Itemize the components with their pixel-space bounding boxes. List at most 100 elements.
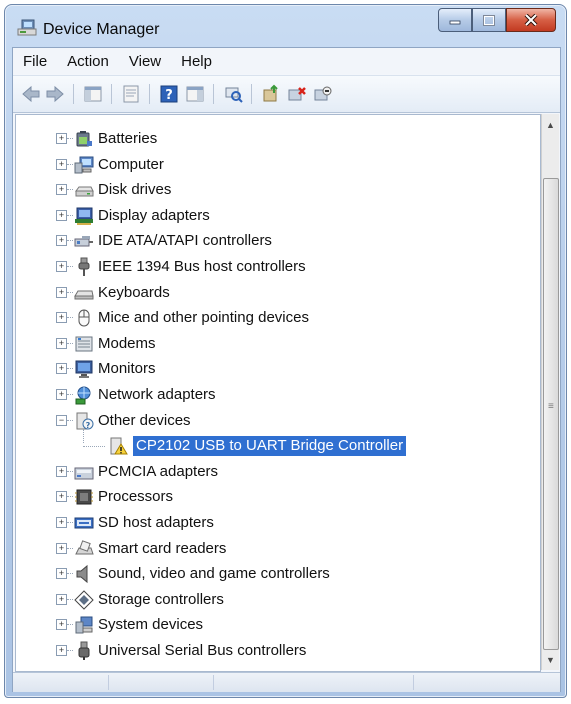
tree-node-label[interactable]: Computer <box>98 155 164 175</box>
tree-node[interactable]: + Keyboards <box>16 281 536 305</box>
expand-icon[interactable]: + <box>56 158 67 170</box>
disable-device-icon[interactable] <box>313 84 333 104</box>
tree-node[interactable]: + Monitors <box>16 357 536 381</box>
tree-connector <box>67 496 73 498</box>
scroll-down-arrow-icon[interactable]: ▼ <box>542 651 559 668</box>
vertical-scrollbar[interactable]: ▲ ≡ ▼ <box>541 114 559 670</box>
expand-icon[interactable]: + <box>56 389 67 400</box>
tree-node[interactable]: + IDE ATA/ATAPI controllers <box>16 229 536 253</box>
expand-icon[interactable]: + <box>56 209 67 221</box>
tree-node-label[interactable]: System devices <box>98 615 203 635</box>
tree-connector <box>67 317 73 319</box>
menu-help[interactable]: Help <box>171 53 222 70</box>
toolbar-separator <box>111 84 112 104</box>
tree-node[interactable]: + Disk drives <box>16 178 536 202</box>
system-devices-icon <box>75 616 93 634</box>
forward-arrow-icon[interactable] <box>45 84 65 104</box>
collapse-icon[interactable]: − <box>56 414 67 426</box>
expand-icon[interactable]: + <box>56 286 67 298</box>
tree-node-label[interactable]: IEEE 1394 Bus host controllers <box>98 257 306 277</box>
tree-node-label[interactable]: Monitors <box>98 359 156 379</box>
minimize-button[interactable] <box>438 8 472 32</box>
tree-connector <box>67 650 73 651</box>
tree-node-label[interactable]: Storage controllers <box>98 590 224 610</box>
tree-node-label[interactable]: Mice and other pointing devices <box>98 308 309 328</box>
expand-icon[interactable]: + <box>56 363 67 375</box>
tree-node-label[interactable]: Other devices <box>98 411 191 431</box>
tree-connector <box>67 547 73 549</box>
help-icon[interactable]: ? <box>159 84 179 104</box>
expand-icon[interactable]: + <box>56 517 67 528</box>
show-action-pane-icon[interactable] <box>185 84 205 104</box>
expand-icon[interactable]: + <box>56 645 67 656</box>
scan-hardware-icon[interactable] <box>223 84 243 104</box>
tree-node[interactable]: + Processors <box>16 485 536 509</box>
tree-node[interactable]: + IEEE 1394 Bus host controllers <box>16 255 536 279</box>
tree-node-label[interactable]: Sound, video and game controllers <box>98 564 330 584</box>
tree-node-label[interactable]: PCMCIA adapters <box>98 462 218 482</box>
tree-node-label[interactable]: Modems <box>98 334 156 354</box>
expand-icon[interactable]: + <box>56 542 67 554</box>
tree-node[interactable]: + Storage controllers <box>16 588 536 612</box>
tree-node[interactable]: + Display adapters <box>16 204 536 228</box>
tree-node-label[interactable]: Network adapters <box>98 385 216 405</box>
expand-icon[interactable]: + <box>56 261 67 272</box>
expand-icon[interactable]: + <box>56 568 67 580</box>
update-driver-icon[interactable] <box>261 84 281 104</box>
tree-node-label[interactable]: CP2102 USB to UART Bridge Controller <box>131 435 408 458</box>
tree-node-label[interactable]: IDE ATA/ATAPI controllers <box>98 231 272 251</box>
tree-node[interactable]: + Computer <box>16 153 536 177</box>
properties-icon[interactable] <box>121 84 141 104</box>
tree-node[interactable]: + Sound, video and game controllers <box>16 562 536 586</box>
tree-node-label[interactable]: Processors <box>98 487 173 507</box>
menu-action[interactable]: Action <box>57 53 119 70</box>
uninstall-icon[interactable] <box>287 84 307 104</box>
show-hide-console-tree-icon[interactable] <box>83 84 103 104</box>
display-adapter-icon <box>75 207 93 225</box>
tree-node[interactable]: −? Other devices <box>16 409 536 433</box>
tree-child-node[interactable]: CP2102 USB to UART Bridge Controller <box>16 434 536 458</box>
menu-file[interactable]: File <box>13 53 57 70</box>
back-arrow-icon[interactable] <box>21 84 41 104</box>
tree-node[interactable]: + Network adapters <box>16 383 536 407</box>
tree-node[interactable]: + System devices <box>16 613 536 637</box>
menu-view[interactable]: View <box>119 53 171 70</box>
maximize-button[interactable] <box>472 8 506 32</box>
tree-node-label[interactable]: Universal Serial Bus controllers <box>98 641 306 661</box>
tree-node-label[interactable]: Batteries <box>98 129 157 149</box>
expand-icon[interactable]: + <box>56 491 67 503</box>
tree-node-label[interactable]: Display adapters <box>98 206 210 226</box>
menu-bar: File Action View Help <box>13 48 560 74</box>
tree-node[interactable]: + Universal Serial Bus controllers <box>16 639 536 663</box>
expand-icon[interactable]: + <box>56 465 67 477</box>
client-area: File Action View Help ? + Batteries + Compu… <box>12 47 561 692</box>
scrollbar-thumb[interactable]: ≡ <box>543 178 559 650</box>
close-button[interactable] <box>506 8 556 32</box>
tree-node-label[interactable]: SD host adapters <box>98 513 214 533</box>
title-bar[interactable]: Device Manager <box>5 5 566 45</box>
tree-node-label[interactable]: Keyboards <box>98 283 170 303</box>
tree-node-label[interactable]: Smart card readers <box>98 539 226 559</box>
tree-node[interactable]: + Modems <box>16 332 536 356</box>
tree-node-label[interactable]: Disk drives <box>98 180 171 200</box>
tree-node[interactable]: + SD host adapters <box>16 511 536 535</box>
window-title: Device Manager <box>43 21 160 38</box>
svg-text:?: ? <box>165 88 173 103</box>
expand-icon[interactable]: + <box>56 337 67 349</box>
expand-icon[interactable]: + <box>56 312 67 324</box>
scroll-up-arrow-icon[interactable]: ▲ <box>542 116 559 133</box>
tree-node[interactable]: + Mice and other pointing devices <box>16 306 536 330</box>
device-tree[interactable]: + Batteries + Computer + Disk drives + Display … <box>15 114 541 672</box>
expand-icon[interactable]: + <box>56 184 67 196</box>
ieee1394-icon <box>78 257 90 276</box>
expand-icon[interactable]: + <box>56 593 67 605</box>
tree-node[interactable]: + PCMCIA adapters <box>16 460 536 484</box>
expand-icon[interactable]: + <box>56 619 67 631</box>
expand-icon[interactable]: + <box>56 133 67 144</box>
expand-icon[interactable]: + <box>56 235 67 247</box>
tree-node[interactable]: + Smart card readers <box>16 537 536 561</box>
device-manager-window: Device Manager File Action View Help ? +… <box>4 4 567 698</box>
status-separator <box>108 675 109 690</box>
tree-connector <box>67 189 73 191</box>
tree-node[interactable]: + Batteries <box>16 127 536 151</box>
